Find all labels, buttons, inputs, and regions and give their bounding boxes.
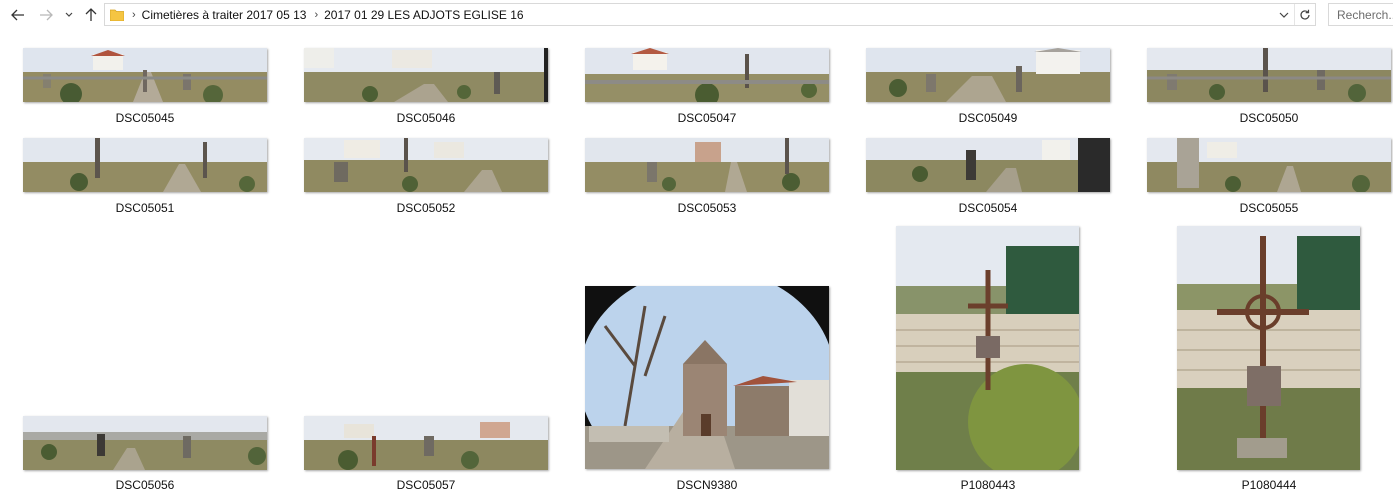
file-item[interactable]: DSCN9380 xyxy=(585,226,829,494)
file-item[interactable]: DSC05051 xyxy=(23,138,267,218)
file-name: DSC05053 xyxy=(677,201,737,215)
recent-locations-button[interactable] xyxy=(62,4,76,26)
file-name: DSC05046 xyxy=(396,111,456,125)
breadcrumb-current-folder[interactable]: 2017 01 29 LES ADJOTS EGLISE 16 xyxy=(324,8,523,22)
image-thumbnail xyxy=(1147,138,1391,192)
file-item[interactable]: DSC05056 xyxy=(23,226,267,494)
file-item[interactable]: DSC05057 xyxy=(304,226,548,494)
file-item[interactable]: DSC05047 xyxy=(585,48,829,128)
search-input[interactable] xyxy=(1328,3,1393,26)
image-thumbnail xyxy=(585,286,829,469)
file-item[interactable]: DSC05050 xyxy=(1147,48,1391,128)
image-thumbnail xyxy=(23,416,267,470)
arrow-right-icon xyxy=(40,9,53,21)
image-thumbnail xyxy=(304,48,548,102)
image-thumbnail xyxy=(1147,48,1391,102)
file-name: DSC05050 xyxy=(1239,111,1299,125)
file-name: DSC05056 xyxy=(115,478,175,492)
image-thumbnail xyxy=(896,226,1079,470)
up-button[interactable] xyxy=(82,4,100,26)
file-name: DSC05049 xyxy=(958,111,1018,125)
image-thumbnail xyxy=(23,48,267,102)
file-name: DSC05057 xyxy=(396,478,456,492)
file-name: P1080444 xyxy=(1241,478,1297,492)
file-name: DSC05055 xyxy=(1239,201,1299,215)
file-item[interactable]: DSC05049 xyxy=(866,48,1110,128)
navigation-bar: › Cimetières à traiter 2017 05 13 › 2017… xyxy=(0,0,1393,32)
address-dropdown-button[interactable] xyxy=(1274,4,1294,25)
file-name: DSCN9380 xyxy=(676,478,738,492)
arrow-left-icon xyxy=(11,9,24,21)
breadcrumb-parent-folder[interactable]: Cimetières à traiter 2017 05 13 xyxy=(142,8,307,22)
folder-icon xyxy=(109,9,125,21)
file-item[interactable]: DSC05055 xyxy=(1147,138,1391,218)
image-thumbnail xyxy=(585,138,829,192)
address-bar[interactable]: › Cimetières à traiter 2017 05 13 › 2017… xyxy=(104,3,1316,26)
image-thumbnail xyxy=(304,416,548,470)
refresh-icon xyxy=(1300,9,1310,20)
file-item[interactable]: DSC05045 xyxy=(23,48,267,128)
image-thumbnail xyxy=(23,138,267,192)
file-item[interactable]: DSC05046 xyxy=(304,48,548,128)
arrow-up-icon xyxy=(85,8,97,21)
file-name: P1080443 xyxy=(960,478,1016,492)
file-item[interactable]: P1080444 xyxy=(1147,226,1391,494)
file-name: DSC05047 xyxy=(677,111,737,125)
forward-button[interactable] xyxy=(36,4,56,26)
file-name: DSC05045 xyxy=(115,111,175,125)
file-name: DSC05054 xyxy=(958,201,1018,215)
image-thumbnail xyxy=(866,48,1110,102)
file-item[interactable]: DSC05054 xyxy=(866,138,1110,218)
breadcrumb-separator: › xyxy=(132,8,136,21)
file-item[interactable]: P1080443 xyxy=(866,226,1110,494)
breadcrumb-separator: › xyxy=(314,8,319,21)
file-name: DSC05051 xyxy=(115,201,175,215)
image-thumbnail xyxy=(304,138,548,192)
refresh-button[interactable] xyxy=(1294,4,1315,25)
back-button[interactable] xyxy=(8,4,28,26)
image-thumbnail xyxy=(866,138,1110,192)
chevron-down-icon xyxy=(65,12,73,17)
file-item[interactable]: DSC05053 xyxy=(585,138,829,218)
file-item[interactable]: DSC05052 xyxy=(304,138,548,218)
chevron-down-icon xyxy=(1279,12,1289,18)
file-name: DSC05052 xyxy=(396,201,456,215)
image-thumbnail xyxy=(585,48,829,102)
image-thumbnail xyxy=(1177,226,1360,470)
